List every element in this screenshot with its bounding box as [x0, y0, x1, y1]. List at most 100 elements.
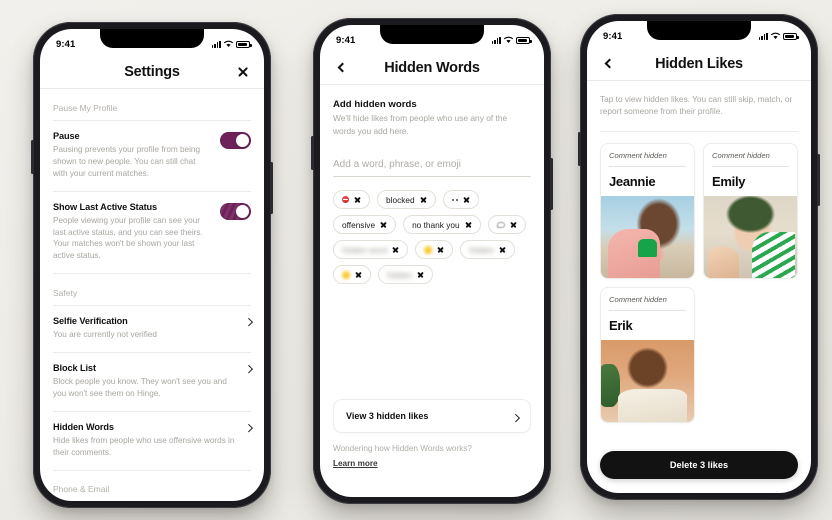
back-button[interactable] — [332, 59, 350, 77]
chip-blurred-1[interactable] — [487, 215, 526, 235]
profile-name: Emily — [712, 173, 746, 189]
chevron-left-icon — [604, 58, 614, 69]
chip-no-thank-you[interactable]: no thank you — [403, 215, 481, 235]
remove-chip-icon[interactable] — [510, 221, 517, 228]
add-hidden-words-header: Add hidden words We'll hide likes from p… — [333, 85, 531, 137]
signal-bars-icon — [211, 40, 221, 48]
hidden-like-card-jeannie[interactable]: Comment hidden Jeannie — [600, 142, 695, 279]
chevron-right-icon — [244, 364, 253, 373]
settings-row-block-list[interactable]: Block List Block people you know. They w… — [53, 353, 253, 412]
close-button[interactable] — [234, 63, 252, 81]
view-hidden-likes-button[interactable]: View 3 hidden likes — [333, 399, 531, 433]
section-heading: Add hidden words — [333, 99, 417, 110]
phone-mockup-settings: 9:41 Settings Pause My Profile Pause Pau… — [31, 22, 273, 508]
status-icons — [211, 40, 252, 48]
phone1-screen: 9:41 Settings Pause My Profile Pause Pau… — [40, 29, 264, 501]
status-time: 9:41 — [56, 38, 76, 50]
chip-blocked[interactable]: blocked — [377, 190, 436, 210]
profile-photo — [704, 195, 797, 278]
learn-more-link[interactable]: Learn more — [333, 459, 378, 468]
page-title: Hidden Words — [384, 59, 480, 76]
hidden-likes-description: Tap to view hidden likes. You can still … — [600, 81, 798, 132]
row-title: Block List — [53, 363, 96, 374]
status-time: 9:41 — [603, 30, 623, 42]
dots-emoji — [451, 198, 459, 201]
page-title: Settings — [124, 63, 180, 80]
chip-label: offensive — [342, 219, 376, 230]
remove-chip-icon[interactable] — [355, 271, 362, 278]
phone2-navbar: Hidden Words — [320, 51, 544, 85]
toggle-pause[interactable] — [220, 132, 251, 149]
status-bar: 9:41 — [40, 29, 264, 55]
close-icon — [237, 66, 249, 78]
toggle-knob — [236, 134, 249, 147]
toggle-last-active[interactable] — [220, 202, 251, 220]
remove-chip-icon[interactable] — [499, 246, 506, 253]
chip-blurred-5[interactable] — [333, 265, 371, 285]
page-title: Hidden Likes — [655, 55, 743, 72]
chevron-right-icon — [244, 318, 253, 326]
signal-bars-icon — [758, 32, 768, 40]
comment-hidden-label: Comment hidden — [712, 150, 770, 160]
toggle-knob — [236, 204, 249, 218]
comment-hidden-label: Comment hidden — [609, 150, 667, 160]
card-header: Comment hidden Erik — [601, 288, 694, 340]
row-text: Selfie Verification You are currently no… — [53, 316, 238, 341]
hidden-word-input-wrapper[interactable]: Add a word, phrase, or emoji — [333, 159, 531, 178]
status-bar: 9:41 — [587, 21, 811, 47]
remove-chip-icon[interactable] — [380, 221, 387, 228]
row-subtitle: People viewing your profile can see your… — [53, 215, 203, 261]
card-header: Comment hidden Emily — [704, 144, 797, 196]
divider — [712, 165, 789, 167]
chevron-right-icon — [511, 413, 520, 422]
remove-chip-icon[interactable] — [463, 196, 470, 203]
row-title: Show Last Active Status — [53, 201, 158, 212]
phone2-screen: 9:41 Hidden Words Add hidden words We'll… — [320, 25, 544, 497]
chip-no-entry[interactable] — [333, 190, 370, 210]
wifi-icon — [771, 32, 780, 40]
hidden-like-card-emily[interactable]: Comment hidden Emily — [703, 142, 798, 279]
section-label-phone-email: Phone & Email — [53, 483, 110, 494]
remove-chip-icon[interactable] — [417, 271, 424, 278]
no-entry-emoji — [342, 196, 349, 204]
wifi-icon — [224, 40, 233, 48]
row-text: Show Last Active Status People viewing y… — [53, 202, 212, 263]
screenshot-canvas: 9:41 Settings Pause My Profile Pause Pau… — [0, 0, 832, 520]
chip-label: blocked — [386, 194, 415, 205]
card-header: Comment hidden Jeannie — [601, 144, 694, 196]
chip-blurred-4[interactable]: hidden — [460, 240, 516, 260]
signal-bars-icon — [491, 36, 501, 44]
chip-dots-emoji[interactable] — [442, 190, 480, 210]
delete-likes-label: Delete 3 likes — [669, 460, 729, 470]
section-label-pause: Pause My Profile — [53, 89, 251, 121]
phone3-screen: 9:41 Hidden Likes Tap to view hidden lik… — [587, 21, 811, 493]
chevron-right-icon — [244, 423, 253, 432]
hidden-word-input[interactable]: Add a word, phrase, or emoji — [333, 159, 531, 170]
remove-chip-icon[interactable] — [420, 196, 427, 203]
settings-row-selfie-verification[interactable]: Selfie Verification You are currently no… — [53, 306, 253, 354]
chip-label: hidden — [469, 244, 495, 255]
settings-row-last-active[interactable]: Show Last Active Status People viewing y… — [53, 192, 251, 275]
hidden-like-card-erik[interactable]: Comment hidden Erik — [600, 286, 695, 423]
row-title: Selfie Verification — [53, 316, 128, 327]
chip-blurred-6[interactable]: hidden — [378, 265, 433, 285]
delete-likes-button[interactable]: Delete 3 likes — [600, 451, 798, 479]
settings-row-hidden-words[interactable]: Hidden Words Hide likes from people who … — [53, 412, 253, 471]
comment-hidden-label: Comment hidden — [609, 294, 667, 304]
view-hidden-likes-label: View 3 hidden likes — [346, 411, 429, 421]
status-bar: 9:41 — [320, 25, 544, 51]
section-label-safety: Safety — [53, 274, 251, 307]
remove-chip-icon[interactable] — [437, 246, 444, 253]
remove-chip-icon[interactable] — [392, 246, 399, 253]
remove-chip-icon[interactable] — [465, 221, 472, 228]
status-icons — [491, 36, 532, 44]
row-text: Pause Pausing prevents your profile from… — [53, 131, 212, 180]
settings-row-pause[interactable]: Pause Pausing prevents your profile from… — [53, 121, 251, 192]
chip-label: hidden word — [342, 244, 388, 255]
chip-label: hidden — [387, 269, 412, 280]
remove-chip-icon[interactable] — [354, 196, 361, 203]
back-button[interactable] — [599, 55, 617, 73]
chip-offensive[interactable]: offensive — [333, 215, 397, 235]
chip-blurred-3[interactable] — [415, 240, 454, 260]
chip-blurred-2[interactable]: hidden word — [333, 240, 409, 260]
